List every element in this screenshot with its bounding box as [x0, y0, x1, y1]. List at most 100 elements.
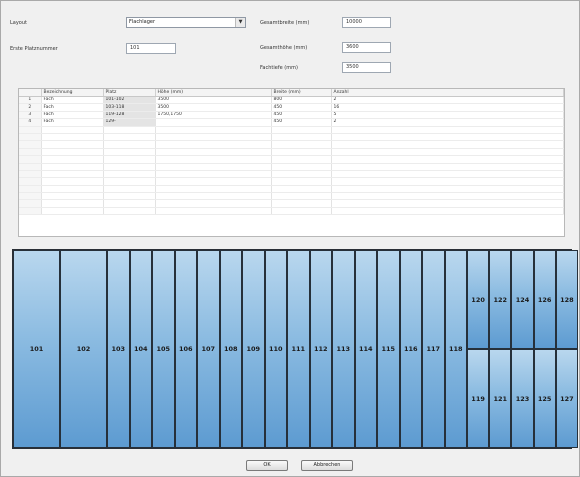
table-cell[interactable] [155, 126, 272, 134]
table-cell[interactable] [271, 207, 332, 216]
table-cell[interactable] [155, 133, 272, 142]
table-row[interactable]: 4 Fach 129- 450 2 [19, 118, 564, 127]
column-header[interactable]: Platz [103, 89, 156, 97]
table-cell[interactable] [41, 140, 104, 149]
shelf-compartment[interactable]: 101 [13, 250, 60, 448]
table-cell[interactable]: 3 [19, 111, 42, 120]
table-cell[interactable] [331, 155, 564, 164]
table-cell[interactable] [271, 177, 332, 186]
table-cell[interactable]: 5 [331, 111, 564, 120]
table-cell[interactable] [19, 177, 42, 186]
table-row[interactable] [19, 133, 564, 142]
shelf-compartment[interactable]: 111 [287, 250, 310, 448]
table-cell[interactable] [19, 155, 42, 164]
table-row[interactable] [19, 192, 564, 201]
table-cell[interactable] [103, 170, 156, 179]
table-cell[interactable] [271, 155, 332, 164]
table-cell[interactable] [155, 177, 272, 186]
shelf-compartment[interactable]: 105 [152, 250, 175, 448]
shelf-compartment[interactable]: 127 [555, 349, 578, 448]
table-cell[interactable]: 3500 [155, 103, 272, 112]
table-cell[interactable] [155, 163, 272, 171]
table-cell[interactable] [41, 163, 104, 171]
table-cell[interactable] [271, 185, 332, 194]
table-cell[interactable] [103, 133, 156, 142]
table-cell[interactable] [331, 133, 564, 142]
table-cell[interactable] [19, 148, 42, 157]
table-cell[interactable] [271, 163, 332, 171]
shelf-compartment[interactable]: 113 [332, 250, 355, 448]
shelf-compartment[interactable]: 120 [467, 250, 490, 349]
table-cell[interactable]: 129- [103, 118, 156, 127]
column-header[interactable] [19, 89, 42, 97]
table-cell[interactable]: Fach [41, 103, 104, 112]
table-cell[interactable]: 3500 [155, 96, 272, 105]
table-cell[interactable] [331, 185, 564, 194]
table-cell[interactable] [41, 148, 104, 157]
table-cell[interactable] [103, 177, 156, 186]
shelf-compartment[interactable]: 117 [422, 250, 445, 448]
first-place-input[interactable]: 101 [126, 43, 176, 54]
table-cell[interactable] [271, 133, 332, 142]
table-cell[interactable] [19, 126, 42, 134]
shelf-compartment[interactable]: 128 [555, 250, 578, 349]
column-header[interactable]: Höhe (mm) [155, 89, 272, 97]
table-cell[interactable] [271, 170, 332, 179]
chevron-down-icon[interactable]: ▼ [235, 18, 245, 27]
table-row[interactable] [19, 140, 564, 149]
table-cell[interactable] [103, 199, 156, 208]
column-header[interactable]: Bezeichnung [41, 89, 104, 97]
table-cell[interactable] [155, 118, 272, 127]
table-cell[interactable] [19, 163, 42, 171]
table-row[interactable] [19, 148, 564, 157]
table-cell[interactable]: Fach [41, 96, 104, 105]
shelf-compartment[interactable]: 119 [467, 349, 490, 448]
table-cell[interactable] [155, 199, 272, 208]
table-cell[interactable] [103, 192, 156, 201]
table-cell[interactable] [103, 155, 156, 164]
table-cell[interactable] [41, 199, 104, 208]
table-cell[interactable] [41, 207, 104, 216]
shelf-compartment[interactable]: 114 [354, 250, 377, 448]
table-cell[interactable]: Fach [41, 111, 104, 120]
table-cell[interactable] [271, 199, 332, 208]
shelf-compartment[interactable]: 123 [511, 349, 534, 448]
column-header[interactable]: Anzahl [331, 89, 564, 97]
shelf-compartment[interactable]: 116 [399, 250, 422, 448]
table-row[interactable]: 2 Fach 103-118 3500 450 16 [19, 103, 564, 112]
table-cell[interactable] [41, 177, 104, 186]
table-cell[interactable] [19, 133, 42, 142]
table-cell[interactable] [271, 126, 332, 134]
shelf-compartment[interactable]: 125 [533, 349, 556, 448]
table-cell[interactable] [19, 170, 42, 179]
table-row[interactable] [19, 207, 564, 216]
table-row[interactable] [19, 185, 564, 194]
table-cell[interactable]: 800 [271, 96, 332, 105]
table-row[interactable] [19, 163, 564, 171]
table-cell[interactable]: 2 [331, 118, 564, 127]
table-cell[interactable] [19, 192, 42, 201]
shelf-compartment[interactable]: 102 [60, 250, 107, 448]
table-cell[interactable]: 16 [331, 103, 564, 112]
table-cell[interactable]: 1750,1750 [155, 111, 272, 120]
table-cell[interactable]: Fach [41, 118, 104, 127]
table-cell[interactable] [331, 177, 564, 186]
table-cell[interactable]: 450 [271, 111, 332, 120]
table-cell[interactable] [331, 148, 564, 157]
table-cell[interactable] [41, 155, 104, 164]
table-cell[interactable] [331, 199, 564, 208]
table-cell[interactable] [41, 126, 104, 134]
total-height-input[interactable]: 3600 [342, 42, 391, 53]
table-row[interactable]: 3 Fach 119-128 1750,1750 450 5 [19, 111, 564, 120]
table-cell[interactable] [271, 140, 332, 149]
table-row[interactable] [19, 126, 564, 134]
shelf-compartment[interactable]: 108 [219, 250, 242, 448]
table-cell[interactable] [155, 207, 272, 216]
table-cell[interactable]: 4 [19, 118, 42, 127]
table-cell[interactable]: 103-118 [103, 103, 156, 112]
table-cell[interactable]: 119-128 [103, 111, 156, 120]
table-cell[interactable] [331, 140, 564, 149]
table-cell[interactable] [103, 185, 156, 194]
table-cell[interactable] [103, 207, 156, 216]
table-cell[interactable] [103, 126, 156, 134]
